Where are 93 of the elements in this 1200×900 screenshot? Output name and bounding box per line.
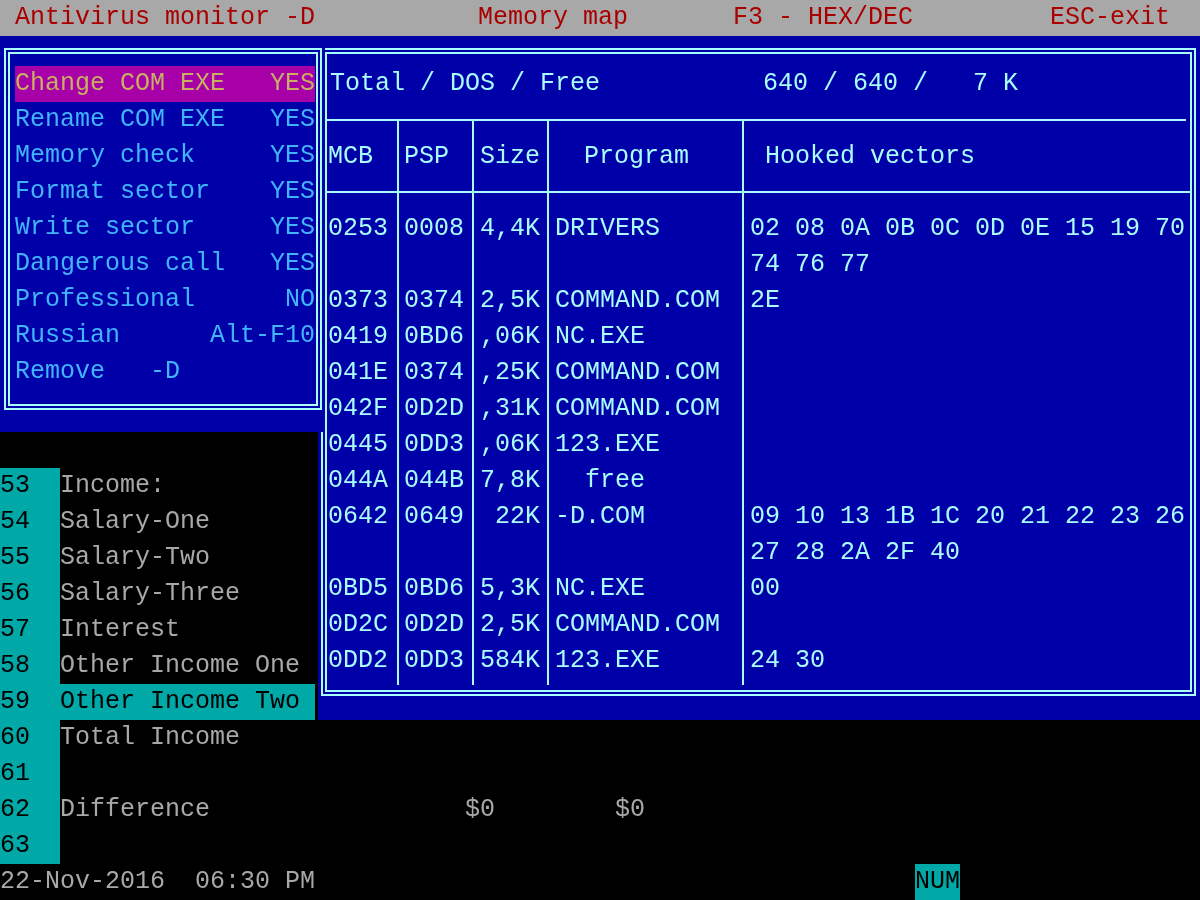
table-cell: 0BD5 bbox=[328, 574, 388, 603]
option-item[interactable]: Change COM EXE YES bbox=[15, 66, 315, 102]
table-cell: 041E bbox=[328, 358, 388, 387]
column-header: PSP bbox=[397, 121, 472, 193]
cell-value: $0 bbox=[614, 794, 645, 826]
row-number: 59 bbox=[0, 684, 60, 720]
exit-hint: ESC-exit bbox=[1050, 2, 1172, 34]
table-cell: 4,4K bbox=[480, 214, 540, 243]
table-cell: 0253 bbox=[328, 214, 388, 243]
table-cell: 0419 bbox=[328, 322, 388, 351]
table-cell: COMMAND.COM bbox=[555, 286, 721, 315]
table-cell: 2,5K bbox=[480, 610, 540, 639]
table-cell: ,06K bbox=[480, 322, 540, 351]
row-number: 61 bbox=[0, 756, 60, 792]
row-number: 63 bbox=[0, 828, 60, 864]
table-cell: -D.COM bbox=[555, 502, 645, 531]
table-cell: 7,8K bbox=[480, 466, 540, 495]
program-title: Antivirus monitor -D bbox=[15, 2, 317, 34]
row-number: 58 bbox=[0, 648, 60, 684]
table-cell: 584K bbox=[480, 646, 540, 675]
summary-label: Total / DOS / Free bbox=[330, 68, 602, 100]
sheet-cell-text: Total Income bbox=[60, 722, 242, 754]
row-number: 54 bbox=[0, 504, 60, 540]
table-cell: 123.EXE bbox=[555, 430, 661, 459]
sheet-cell-text: Interest bbox=[60, 614, 182, 646]
table-cell: 0642 bbox=[328, 502, 388, 531]
table-cell: 0374 bbox=[404, 286, 464, 315]
row-number: 60 bbox=[0, 720, 60, 756]
table-cell: 0BD6 bbox=[404, 574, 464, 603]
table-cell-text: 02 08 0A 0B 0C 0D 0E 15 19 70 74 76 77 bbox=[750, 213, 1187, 281]
table-cell: 0374 bbox=[404, 358, 464, 387]
table-cell: 0373 bbox=[328, 286, 388, 315]
table-cell: ,25K bbox=[480, 358, 540, 387]
table-cell-text: 2E bbox=[750, 285, 781, 317]
table-cell: COMMAND.COM bbox=[555, 358, 721, 387]
option-item[interactable]: Memory check YES bbox=[15, 138, 315, 174]
table-cell: 5,3K bbox=[480, 574, 540, 603]
table-cell: 0445 bbox=[328, 430, 388, 459]
table-cell: DRIVERS bbox=[555, 214, 661, 243]
table-cell: 0D2C bbox=[328, 610, 388, 639]
summary-values: 640 / 640 / 7 K bbox=[763, 68, 1020, 100]
column-header: Program bbox=[547, 121, 742, 193]
row-number: 56 bbox=[0, 576, 60, 612]
sheet-cell-text: Salary-Three bbox=[60, 578, 242, 610]
table-cell: 2,5K bbox=[480, 286, 540, 315]
option-item[interactable]: Russian Alt-F10 bbox=[15, 318, 315, 354]
num-lock-indicator: NUM bbox=[915, 864, 960, 900]
table-cell: 0D2D bbox=[404, 394, 464, 423]
sheet-cell-text: Other Income One bbox=[60, 650, 302, 682]
column-header: MCB bbox=[327, 121, 397, 193]
row-number: 57 bbox=[0, 612, 60, 648]
sheet-cell-text: Salary-Two bbox=[60, 542, 212, 574]
option-item[interactable]: Write sector YES bbox=[15, 210, 315, 246]
option-item[interactable]: Rename COM EXE YES bbox=[15, 102, 315, 138]
table-cell: 042F bbox=[328, 394, 388, 423]
sheet-cell-text: Salary-One bbox=[60, 506, 212, 538]
table-cell-text: 24 30 bbox=[750, 645, 826, 677]
table-cell: NC.EXE bbox=[555, 574, 645, 603]
key-hint: F3 - HEX/DEC bbox=[733, 2, 915, 34]
table-cell-text: 00 bbox=[750, 573, 781, 605]
table-cell: 044A bbox=[328, 466, 388, 495]
table-cell: 123.EXE bbox=[555, 646, 661, 675]
table-cell: 0DD3 bbox=[404, 430, 464, 459]
table-cell: ,06K bbox=[480, 430, 540, 459]
table-cell: 0649 bbox=[404, 502, 464, 531]
table-cell: 0BD6 bbox=[404, 322, 464, 351]
table-cell: 0008 bbox=[404, 214, 464, 243]
table-cell: 22K bbox=[495, 502, 540, 531]
row-number: 62 bbox=[0, 792, 60, 828]
cell-value: $0 bbox=[464, 794, 495, 826]
option-item[interactable]: Dangerous call YES bbox=[15, 246, 315, 282]
date-time: 22-Nov-2016 06:30 PM bbox=[0, 866, 317, 898]
column-header: Hooked vectors bbox=[742, 121, 1190, 193]
option-item[interactable]: Format sector YES bbox=[15, 174, 315, 210]
sheet-cell: Other Income Two bbox=[60, 684, 315, 720]
sheet-cell-text: Income: bbox=[60, 470, 167, 502]
table-cell: COMMAND.COM bbox=[555, 394, 721, 423]
sheet-cell-text: Difference bbox=[60, 794, 212, 826]
column-header: Size bbox=[472, 121, 547, 193]
option-item[interactable]: Remove -D bbox=[15, 354, 315, 390]
row-number: 55 bbox=[0, 540, 60, 576]
table-cell: 0DD2 bbox=[328, 646, 388, 675]
table-cell: NC.EXE bbox=[555, 322, 645, 351]
screen-title: Memory map bbox=[478, 2, 630, 34]
row-number: 53 bbox=[0, 468, 60, 504]
table-cell: 0DD3 bbox=[404, 646, 464, 675]
table-cell: free bbox=[585, 466, 645, 495]
table-cell: 044B bbox=[404, 466, 464, 495]
table-cell: ,31K bbox=[480, 394, 540, 423]
table-cell: 0D2D bbox=[404, 610, 464, 639]
table-cell-text: 09 10 13 1B 1C 20 21 22 23 26 27 28 2A 2F 40 bbox=[750, 501, 1187, 569]
table-cell: COMMAND.COM bbox=[555, 610, 721, 639]
option-item[interactable]: Professional NO bbox=[15, 282, 315, 318]
